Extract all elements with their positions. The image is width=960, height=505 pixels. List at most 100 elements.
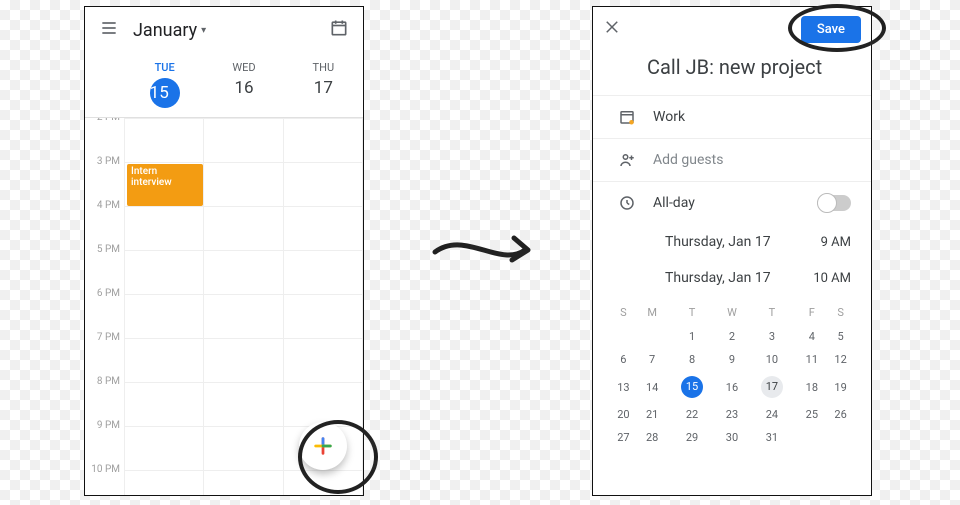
event-title-text: Call JB: new project	[647, 55, 822, 79]
end-date: Thursday, Jan 17	[665, 270, 813, 286]
day-header-wed[interactable]: WED 16	[204, 53, 283, 117]
mini-cal-day[interactable]: 25	[797, 403, 826, 426]
hour-label: 10 PM	[85, 464, 125, 496]
day-header-thu[interactable]: THU 17	[284, 53, 363, 117]
day-header-tue[interactable]: TUE 15	[125, 53, 204, 117]
start-row[interactable]: Thursday, Jan 17 9 AM	[593, 224, 871, 260]
mini-calendar[interactable]: SMTWTFS 12345678910111213141516171819202…	[593, 296, 871, 457]
mini-cal-day[interactable]: 17	[746, 371, 797, 403]
hour-cell[interactable]	[204, 426, 283, 470]
hour-cell[interactable]	[204, 118, 283, 162]
mini-cal-day[interactable]: 22	[667, 403, 718, 426]
mini-cal-day[interactable]: 12	[826, 348, 855, 371]
hour-cell[interactable]	[284, 382, 363, 426]
hour-cell[interactable]	[204, 206, 283, 250]
close-icon[interactable]	[603, 18, 621, 40]
mini-cal-day[interactable]: 19	[826, 371, 855, 403]
hour-cell[interactable]	[125, 426, 204, 470]
hour-cell[interactable]	[284, 294, 363, 338]
mini-cal-day[interactable]: 21	[638, 403, 667, 426]
hour-cell[interactable]	[204, 470, 283, 496]
mini-cal-day[interactable]: 5	[826, 325, 855, 348]
mini-cal-day[interactable]: 18	[797, 371, 826, 403]
mini-cal-day[interactable]: 27	[609, 426, 638, 449]
hour-label: 7 PM	[85, 332, 125, 376]
mini-cal-day[interactable]: 10	[746, 348, 797, 371]
mini-cal-day[interactable]: 3	[746, 325, 797, 348]
mini-cal-day[interactable]: 7	[638, 348, 667, 371]
mini-cal-day[interactable]: 30	[718, 426, 747, 449]
hour-label: 6 PM	[85, 288, 125, 332]
mini-cal-day[interactable]: 24	[746, 403, 797, 426]
event-title-input[interactable]: Call JB: new project	[593, 51, 871, 95]
hour-cell[interactable]	[204, 338, 283, 382]
chevron-down-icon: ▾	[201, 25, 206, 36]
hour-cell[interactable]	[284, 470, 363, 496]
hour-label: 8 PM	[85, 376, 125, 420]
hour-cell[interactable]	[125, 382, 204, 426]
guests-row[interactable]: Add guests	[593, 138, 871, 181]
hour-cell[interactable]	[284, 162, 363, 206]
hour-cell[interactable]	[204, 382, 283, 426]
mini-cal-day[interactable]: 16	[718, 371, 747, 403]
mini-cal-day[interactable]: 9	[718, 348, 747, 371]
calendar-topbar: January ▾	[85, 7, 363, 53]
month-label: January	[133, 20, 197, 41]
hour-cell[interactable]	[125, 294, 204, 338]
hour-label: 4 PM	[85, 200, 125, 244]
hour-cell[interactable]	[284, 118, 363, 162]
mini-cal-day[interactable]: 13	[609, 371, 638, 403]
calendar-name: Work	[653, 109, 851, 125]
mini-cal-dow: S	[609, 300, 638, 325]
mini-cal-day[interactable]: 28	[638, 426, 667, 449]
mini-cal-day[interactable]: 1	[667, 325, 718, 348]
day-abbr: THU	[313, 61, 335, 74]
create-event-fab[interactable]	[299, 422, 347, 470]
tutorial-arrow-icon	[430, 220, 540, 280]
mini-cal-day[interactable]: 2	[718, 325, 747, 348]
save-button[interactable]: Save	[801, 16, 861, 43]
mini-cal-day[interactable]: 11	[797, 348, 826, 371]
mini-cal-dow: M	[638, 300, 667, 325]
hour-cell[interactable]	[284, 338, 363, 382]
hour-cell[interactable]	[284, 250, 363, 294]
end-time: 10 AM	[813, 271, 851, 286]
hour-label: 2 PM	[85, 118, 125, 156]
mini-cal-day	[797, 426, 826, 449]
event-block[interactable]: Intern interview	[127, 164, 203, 206]
mini-cal-day[interactable]: 29	[667, 426, 718, 449]
mini-cal-day[interactable]: 8	[667, 348, 718, 371]
clock-icon	[613, 194, 641, 212]
mini-cal-day[interactable]: 15	[667, 371, 718, 403]
mini-cal-day[interactable]: 14	[638, 371, 667, 403]
hour-cell[interactable]	[125, 338, 204, 382]
mini-cal-dow: T	[746, 300, 797, 325]
day-headers: TUE 15 WED 16 THU 17	[85, 53, 363, 118]
mini-cal-day[interactable]: 26	[826, 403, 855, 426]
hour-cell[interactable]	[204, 162, 283, 206]
hour-label: 9 PM	[85, 420, 125, 464]
mini-cal-day[interactable]: 23	[718, 403, 747, 426]
hour-cell[interactable]	[284, 206, 363, 250]
mini-cal-day[interactable]: 4	[797, 325, 826, 348]
hour-cell[interactable]	[204, 250, 283, 294]
mini-cal-dow: S	[826, 300, 855, 325]
day-number: 16	[234, 78, 253, 98]
create-event-topbar: Save	[593, 7, 871, 51]
mini-cal-day[interactable]: 20	[609, 403, 638, 426]
jump-to-today-icon[interactable]	[329, 18, 349, 42]
month-picker[interactable]: January ▾	[133, 20, 206, 41]
hour-cell[interactable]	[125, 250, 204, 294]
mini-cal-dow: T	[667, 300, 718, 325]
hour-cell[interactable]	[125, 470, 204, 496]
hour-cell[interactable]	[125, 118, 204, 162]
calendar-row[interactable]: Work	[593, 95, 871, 138]
mini-cal-day[interactable]: 31	[746, 426, 797, 449]
hamburger-icon[interactable]	[99, 18, 119, 42]
hour-cell[interactable]	[125, 206, 204, 250]
end-row[interactable]: Thursday, Jan 17 10 AM	[593, 260, 871, 296]
allday-toggle[interactable]	[817, 195, 851, 211]
mini-cal-dow: F	[797, 300, 826, 325]
mini-cal-day[interactable]: 6	[609, 348, 638, 371]
hour-cell[interactable]	[204, 294, 283, 338]
